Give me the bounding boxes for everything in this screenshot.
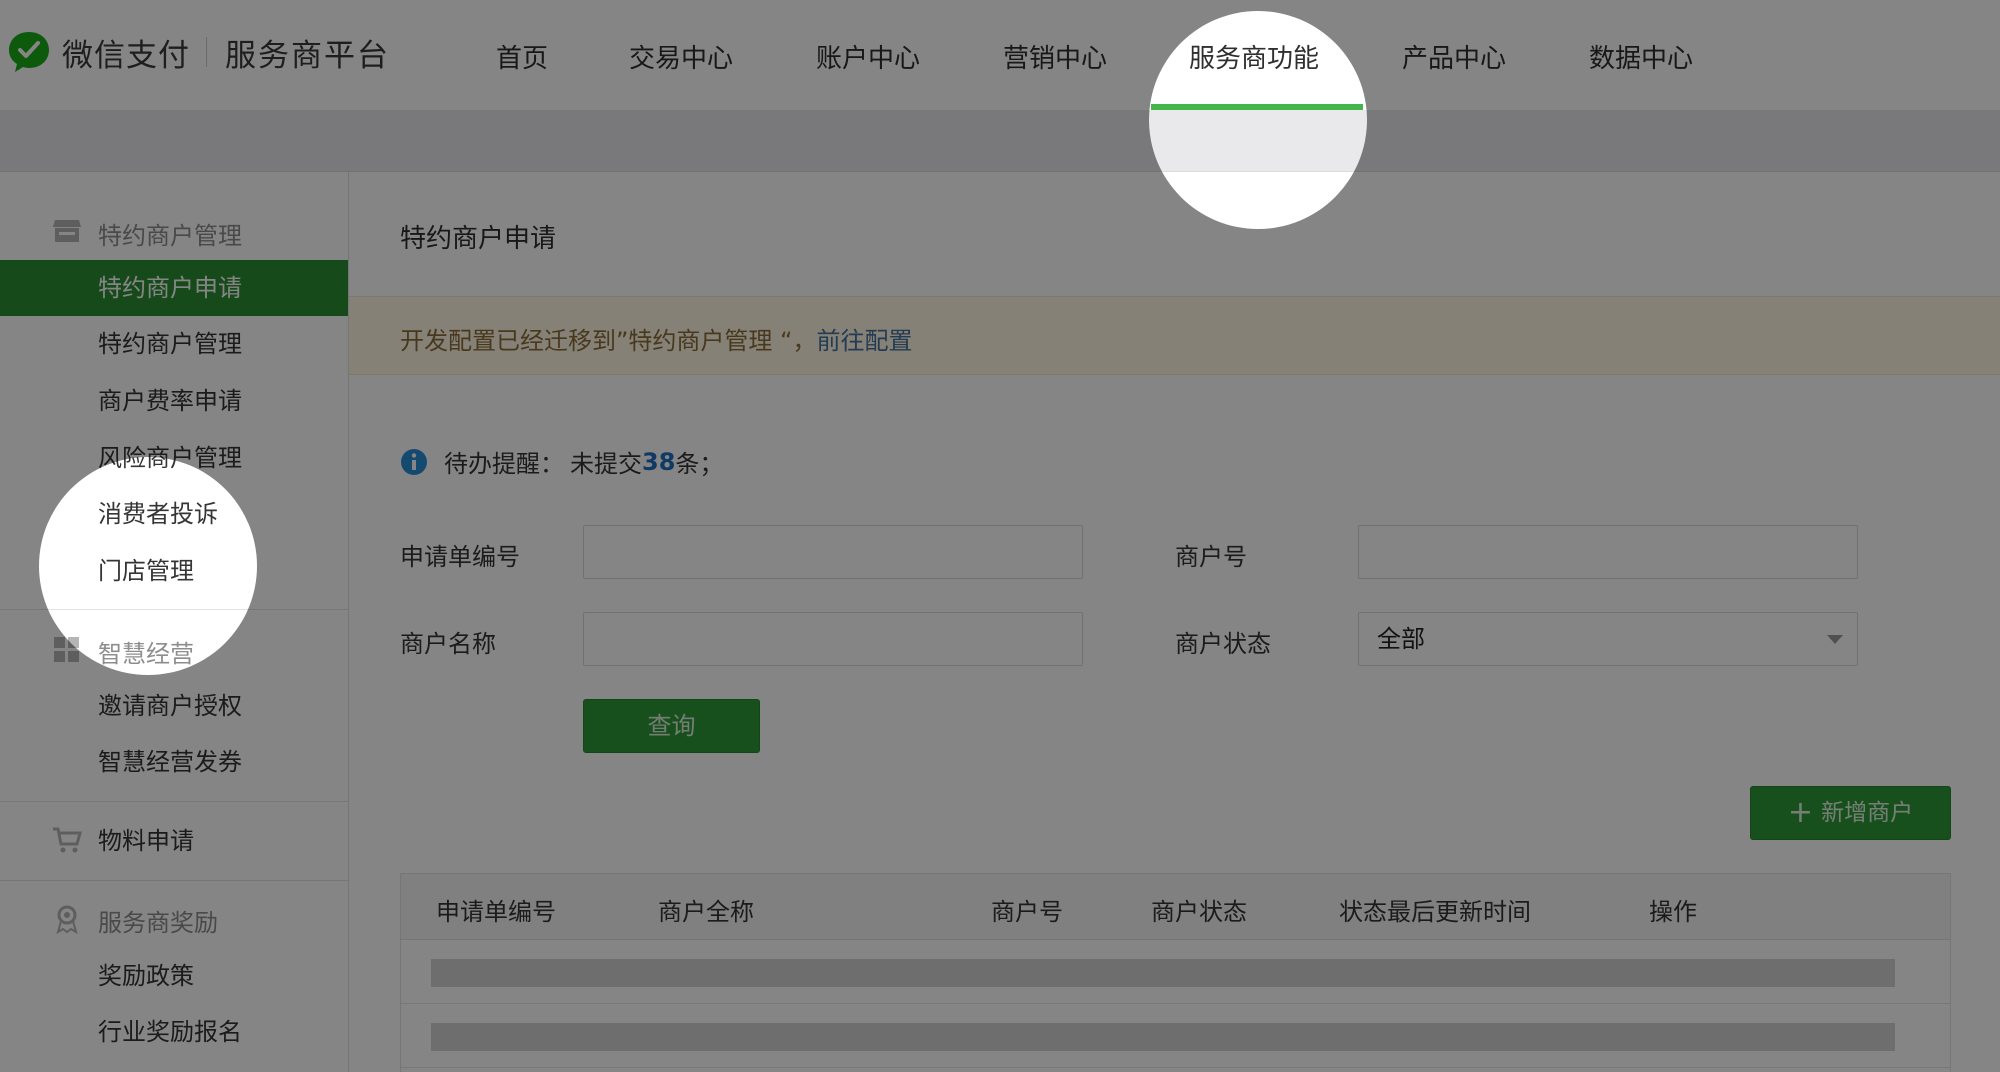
add-merchant-label: 新增商户 <box>1821 800 1914 826</box>
reminder-prefix: 未提交 <box>570 450 642 478</box>
column-merchant-id: 商户号 <box>991 898 1063 926</box>
table-header: 申请单编号 商户全称 商户号 商户状态 状态最后更新时间 操作 <box>401 874 1950 940</box>
main-content: 特约商户申请 开发配置已经迁移到”特约商户管理 “，前往配置 待办提醒： 未提交… <box>349 172 2000 1072</box>
sidebar-divider <box>0 880 349 881</box>
notice-text: 开发配置已经迁移到”特约商户管理 “，前往配置 <box>400 321 913 356</box>
column-actions: 操作 <box>1649 898 1697 926</box>
brand-name: 微信支付 <box>62 37 190 74</box>
table-row <box>401 1004 1950 1068</box>
nav-data-center[interactable]: 数据中心 <box>1589 38 1693 75</box>
reminder-label: 待办提醒： <box>444 450 564 478</box>
platform-name: 服务商平台 <box>225 37 390 74</box>
merchant-name-input[interactable] <box>583 612 1083 666</box>
merchant-status-select[interactable]: 全部 <box>1358 612 1858 666</box>
migration-notice: 开发配置已经迁移到”特约商户管理 “，前往配置 <box>349 297 2000 375</box>
application-no-label: 申请单编号 <box>400 543 520 571</box>
sidebar-item-store-management[interactable]: 门店管理 <box>0 543 348 599</box>
merchant-application-table: 申请单编号 商户全称 商户号 商户状态 状态最后更新时间 操作 <box>400 873 1951 1072</box>
column-last-updated-time: 状态最后更新时间 <box>1339 898 1531 926</box>
merchant-id-label: 商户号 <box>1175 543 1247 571</box>
go-configure-link[interactable]: 前往配置 <box>817 327 913 355</box>
sidebar-item-invite-merchant-authorization[interactable]: 邀请商户授权 <box>0 678 348 734</box>
merchant-status-value: 全部 <box>1377 625 1425 653</box>
notice-message: 开发配置已经迁移到”特约商户管理 “， <box>400 327 817 355</box>
sidebar-divider <box>0 801 349 802</box>
merchant-status-label: 商户状态 <box>1175 630 1271 658</box>
table-row-placeholder <box>431 959 1895 987</box>
reminder-suffix: 条； <box>675 450 724 478</box>
wechat-pay-icon <box>9 32 49 72</box>
page-title: 特约商户申请 <box>400 224 557 254</box>
sidebar-item-special-merchant-management[interactable]: 特约商户管理 <box>0 316 348 372</box>
sidebar-item-consumer-complaints[interactable]: 消费者投诉 <box>0 486 348 542</box>
nav-product-center[interactable]: 产品中心 <box>1402 38 1506 75</box>
column-application-no: 申请单编号 <box>436 898 556 926</box>
nav-marketing-center[interactable]: 营销中心 <box>1003 38 1107 75</box>
merchant-name-label: 商户名称 <box>400 630 496 658</box>
sidebar-group-smart-business: 智慧经营 <box>98 640 194 668</box>
reminder-count[interactable]: 38 <box>642 448 675 476</box>
sub-navigation-bar <box>0 110 2000 172</box>
column-merchant-full-name: 商户全称 <box>658 898 754 926</box>
sidebar-item-smart-business-coupons[interactable]: 智慧经营发券 <box>0 734 348 790</box>
query-button[interactable]: 查询 <box>583 699 760 753</box>
todo-reminder: 待办提醒： 未提交 38 条； <box>400 444 723 479</box>
sidebar-item-risk-merchant-management[interactable]: 风险商户管理 <box>0 430 348 486</box>
nav-home[interactable]: 首页 <box>496 38 548 75</box>
sidebar-item-merchant-rate-application[interactable]: 商户费率申请 <box>0 373 348 429</box>
sidebar-item-industry-reward-signup[interactable]: 行业奖励报名 <box>0 1004 348 1060</box>
sidebar-item-special-merchant-application[interactable]: 特约商户申请 <box>0 260 348 316</box>
nav-account-center[interactable]: 账户中心 <box>816 38 920 75</box>
sidebar-divider <box>0 609 349 610</box>
nav-service-provider-functions[interactable]: 服务商功能 <box>1189 38 1319 75</box>
table-row <box>401 940 1950 1004</box>
top-header: 微信支付 服务商平台 首页 交易中心 账户中心 营销中心 服务商功能 产品中心 … <box>0 0 2000 110</box>
merchant-id-input[interactable] <box>1358 525 1858 579</box>
nav-transaction-center[interactable]: 交易中心 <box>629 38 733 75</box>
plus-icon: + <box>1787 795 1814 830</box>
add-merchant-button[interactable]: + 新增商户 <box>1750 786 1951 840</box>
grid-icon <box>54 637 79 662</box>
sidebar-item-material-application[interactable]: 物料申请 <box>0 813 348 869</box>
wechat-pay-logo[interactable]: 微信支付 服务商平台 <box>6 28 390 76</box>
info-icon <box>401 448 427 475</box>
column-merchant-status: 商户状态 <box>1151 898 1247 926</box>
award-icon <box>56 905 78 934</box>
sidebar-item-reward-policy[interactable]: 奖励政策 <box>0 948 348 1004</box>
sidebar: 特约商户管理 特约商户申请 特约商户管理 商户费率申请 风险商户管理 消费者投诉… <box>0 172 349 1072</box>
sidebar-group-special-merchant: 特约商户管理 <box>98 222 242 250</box>
application-no-input[interactable] <box>583 525 1083 579</box>
table-row-placeholder <box>431 1023 1895 1051</box>
sidebar-group-provider-rewards: 服务商奖励 <box>98 909 218 937</box>
chevron-down-icon <box>1827 635 1843 644</box>
brand-separator <box>206 37 207 67</box>
store-icon <box>53 220 81 242</box>
